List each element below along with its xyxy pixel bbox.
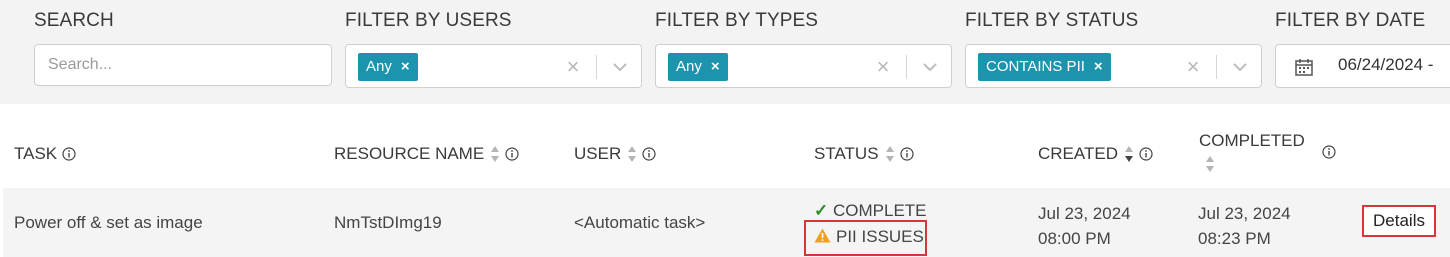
info-icon[interactable] bbox=[642, 147, 656, 161]
info-icon[interactable] bbox=[1322, 145, 1336, 159]
users-chip-remove-icon[interactable]: × bbox=[401, 58, 410, 75]
header-task: TASK bbox=[14, 144, 76, 164]
header-status[interactable]: STATUS bbox=[814, 144, 914, 164]
date-range-value: 06/24/2024 - bbox=[1338, 55, 1434, 74]
status-clear-icon[interactable]: × bbox=[1181, 55, 1205, 79]
info-icon[interactable] bbox=[505, 147, 519, 161]
status-chip-remove-icon[interactable]: × bbox=[1094, 58, 1103, 75]
users-chevron-down-icon[interactable] bbox=[610, 57, 630, 77]
info-icon[interactable] bbox=[62, 147, 76, 161]
header-status-label: STATUS bbox=[814, 144, 879, 163]
users-clear-icon[interactable]: × bbox=[561, 55, 585, 79]
cell-resource-name: NmTstDImg19 bbox=[334, 213, 442, 232]
users-separator bbox=[596, 55, 597, 79]
check-icon: ✓ bbox=[814, 201, 829, 220]
types-separator bbox=[906, 55, 907, 79]
header-created[interactable]: CREATED bbox=[1038, 144, 1153, 164]
status-chevron-down-icon[interactable] bbox=[1230, 57, 1250, 77]
status-chip-label: CONTAINS PII bbox=[986, 58, 1085, 75]
types-filter-label: FILTER BY TYPES bbox=[655, 10, 819, 31]
header-resource-name[interactable]: RESOURCE NAME bbox=[334, 144, 519, 164]
date-range-input[interactable]: 06/24/2024 - bbox=[1275, 44, 1450, 88]
users-chip-label: Any bbox=[366, 58, 392, 75]
users-filter-label: FILTER BY USERS bbox=[345, 10, 512, 31]
header-user[interactable]: USER bbox=[574, 144, 656, 164]
cell-completed: Jul 23, 2024 08:23 PM bbox=[1198, 201, 1291, 251]
header-completed[interactable]: COMPLETED bbox=[1199, 131, 1305, 173]
sort-icon[interactable] bbox=[627, 145, 637, 163]
cell-status-pii[interactable]: PII ISSUES bbox=[814, 227, 924, 247]
cell-task: Power off & set as image bbox=[14, 213, 203, 232]
info-icon[interactable] bbox=[899, 147, 914, 161]
date-filter-label: FILTER BY DATE bbox=[1275, 10, 1426, 31]
warning-icon bbox=[814, 228, 831, 243]
status-separator bbox=[1216, 55, 1217, 79]
cell-user: <Automatic task> bbox=[574, 213, 706, 232]
calendar-icon[interactable] bbox=[1294, 57, 1314, 77]
cell-status-complete: ✓ COMPLETE bbox=[814, 201, 927, 221]
search-label: SEARCH bbox=[34, 10, 114, 31]
status-pii-label: PII ISSUES bbox=[836, 227, 924, 246]
header-user-label: USER bbox=[574, 144, 622, 163]
sort-icon[interactable] bbox=[490, 145, 500, 163]
created-date: Jul 23, 2024 bbox=[1038, 204, 1131, 223]
header-task-label: TASK bbox=[14, 144, 58, 163]
filter-bar: SEARCH FILTER BY USERS Any × × FILTER BY … bbox=[0, 0, 1450, 104]
header-completed-label: COMPLETED bbox=[1199, 131, 1305, 150]
sort-icon[interactable] bbox=[1205, 155, 1215, 173]
completed-date: Jul 23, 2024 bbox=[1198, 204, 1291, 223]
completed-time: 08:23 PM bbox=[1198, 229, 1271, 248]
types-clear-icon[interactable]: × bbox=[871, 55, 895, 79]
types-chevron-down-icon[interactable] bbox=[920, 57, 940, 77]
users-chip: Any × bbox=[358, 53, 418, 81]
types-chip-label: Any bbox=[676, 58, 702, 75]
types-chip-remove-icon[interactable]: × bbox=[711, 58, 720, 75]
header-created-label: CREATED bbox=[1038, 144, 1118, 163]
sort-icon[interactable] bbox=[885, 145, 895, 163]
status-complete-label: COMPLETE bbox=[832, 201, 927, 220]
status-chip: CONTAINS PII × bbox=[978, 53, 1111, 81]
created-time: 08:00 PM bbox=[1038, 229, 1111, 248]
sort-desc-icon[interactable] bbox=[1124, 145, 1134, 163]
types-select[interactable]: Any × × bbox=[655, 44, 952, 88]
status-filter-label: FILTER BY STATUS bbox=[965, 10, 1139, 31]
status-select[interactable]: CONTAINS PII × × bbox=[965, 44, 1262, 88]
header-resource-name-label: RESOURCE NAME bbox=[334, 144, 485, 163]
cell-created: Jul 23, 2024 08:00 PM bbox=[1038, 201, 1131, 251]
types-chip: Any × bbox=[668, 53, 728, 81]
details-button[interactable]: Details bbox=[1362, 205, 1436, 237]
info-icon[interactable] bbox=[1139, 147, 1153, 161]
search-input[interactable] bbox=[34, 44, 332, 86]
users-select[interactable]: Any × × bbox=[345, 44, 642, 88]
